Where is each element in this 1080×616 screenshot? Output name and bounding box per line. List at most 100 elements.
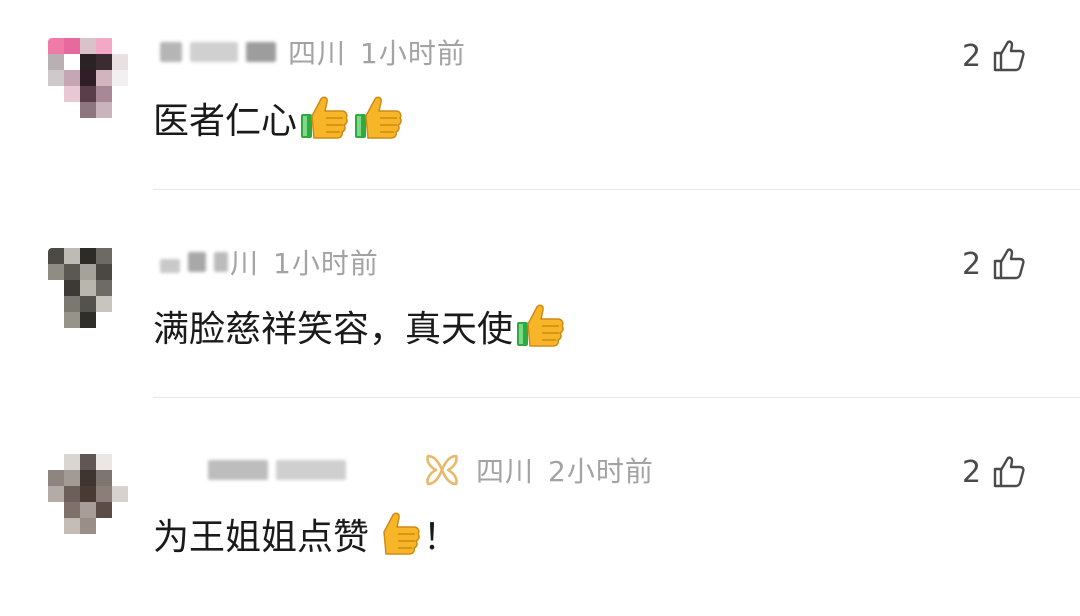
avatar-pixel [96,264,112,280]
avatar-pixel [80,86,96,102]
comment-region: 四川 [476,455,535,488]
avatar-pixel [96,280,112,296]
avatar-pixel [80,312,96,328]
comment-item: 川 1小时前 满脸慈祥笑容，真天使 2 [0,208,1080,408]
avatar[interactable] [48,38,128,118]
avatar-pixel [80,470,96,486]
comment-time: 1小时前 [273,247,379,280]
avatar-pixel [64,264,80,280]
username-blurred[interactable] [208,460,268,480]
username-blurred[interactable] [160,42,182,62]
thumbs-up-outline-icon[interactable] [991,246,1027,282]
avatar-pixel [112,248,128,264]
avatar-pixel [48,86,64,102]
avatar-pixel [80,296,96,312]
avatar-pixel [112,264,128,280]
avatar-pixel [64,54,80,70]
avatar-pixel [80,264,96,280]
avatar-pixel [80,70,96,86]
avatar-pixel [96,86,112,102]
avatar-pixel [80,518,96,534]
avatar-pixel [64,470,80,486]
avatar-pixel [96,296,112,312]
avatar-pixel [112,280,128,296]
avatar-pixel [112,54,128,70]
avatar-pixel [80,502,96,518]
avatar-pixel [64,280,80,296]
avatar-pixel [80,248,96,264]
avatar-pixel [48,486,64,502]
avatar-pixel [112,502,128,518]
avatar-pixel [96,470,112,486]
avatar-pixel [64,102,80,118]
avatar-pixel [112,518,128,534]
avatar-pixel [96,518,112,534]
avatar-pixel [96,38,112,54]
avatar-pixel [96,102,112,118]
like-control[interactable]: 2 [962,450,1027,494]
avatar-pixel [80,38,96,54]
comment-text: 满脸慈祥笑容，真天使 [153,300,567,352]
like-count: 2 [962,454,982,490]
avatar-pixel [96,486,112,502]
avatar-pixel [48,454,64,470]
avatar[interactable] [48,454,128,534]
avatar-pixel [64,296,80,312]
comment-region: 川 [230,247,260,280]
like-count: 2 [962,38,982,74]
thumbs-up-outline-icon[interactable] [991,38,1027,74]
avatar-pixel [64,70,80,86]
username-blurred[interactable] [160,259,180,273]
avatar-pixel [64,248,80,264]
comment-text-suffix: ！ [423,517,460,558]
avatar-pixel [96,54,112,70]
comment-text-body: 医者仁心 [153,101,298,142]
thumbs-up-emoji [355,96,402,139]
thumbs-up-emoji-group [369,510,423,558]
username-blurred[interactable] [190,42,238,62]
avatar[interactable] [48,248,128,328]
avatar-pixel [48,264,64,280]
comment-time: 1小时前 [360,37,466,70]
username-blurred[interactable] [214,252,228,272]
avatar-pixel [48,280,64,296]
comment-region: 四川 [288,37,347,70]
like-control[interactable]: 2 [962,34,1027,78]
avatar-pixel [64,502,80,518]
avatar-pixel [112,70,128,86]
avatar-pixel [96,248,112,264]
avatar-pixel [64,38,80,54]
comment-meta: 四川 2小时前 [160,448,654,492]
avatar-pixel [48,312,64,328]
avatar-pixel [48,38,64,54]
avatar-pixel [48,102,64,118]
avatar-pixel [80,280,96,296]
avatar-pixel [64,86,80,102]
avatar-pixel [112,102,128,118]
avatar-pixel [48,502,64,518]
username-blurred[interactable] [188,252,206,272]
avatar-pixel [48,54,64,70]
avatar-pixel [112,38,128,54]
ribbon-badge-icon [426,454,458,486]
avatar-pixel [48,518,64,534]
comment-text-body: 为王姐姐点赞 [153,517,370,558]
avatar-pixel [112,470,128,486]
avatar-pixel [64,486,80,502]
thumbs-up-emoji [301,96,348,139]
like-control[interactable]: 2 [962,242,1027,286]
avatar-pixel [80,102,96,118]
avatar-pixel [96,70,112,86]
avatar-pixel [48,248,64,264]
username-blurred[interactable] [246,42,276,62]
avatar-pixel [96,502,112,518]
thumbs-up-outline-icon[interactable] [991,454,1027,490]
avatar-pixel [112,296,128,312]
avatar-pixel [80,486,96,502]
thumbs-up-emoji-group [513,302,567,350]
avatar-pixel [80,54,96,70]
avatar-pixel [48,70,64,86]
username-blurred[interactable] [276,460,346,480]
avatar-pixel [112,312,128,328]
comment-text: 医者仁心 [153,92,405,144]
